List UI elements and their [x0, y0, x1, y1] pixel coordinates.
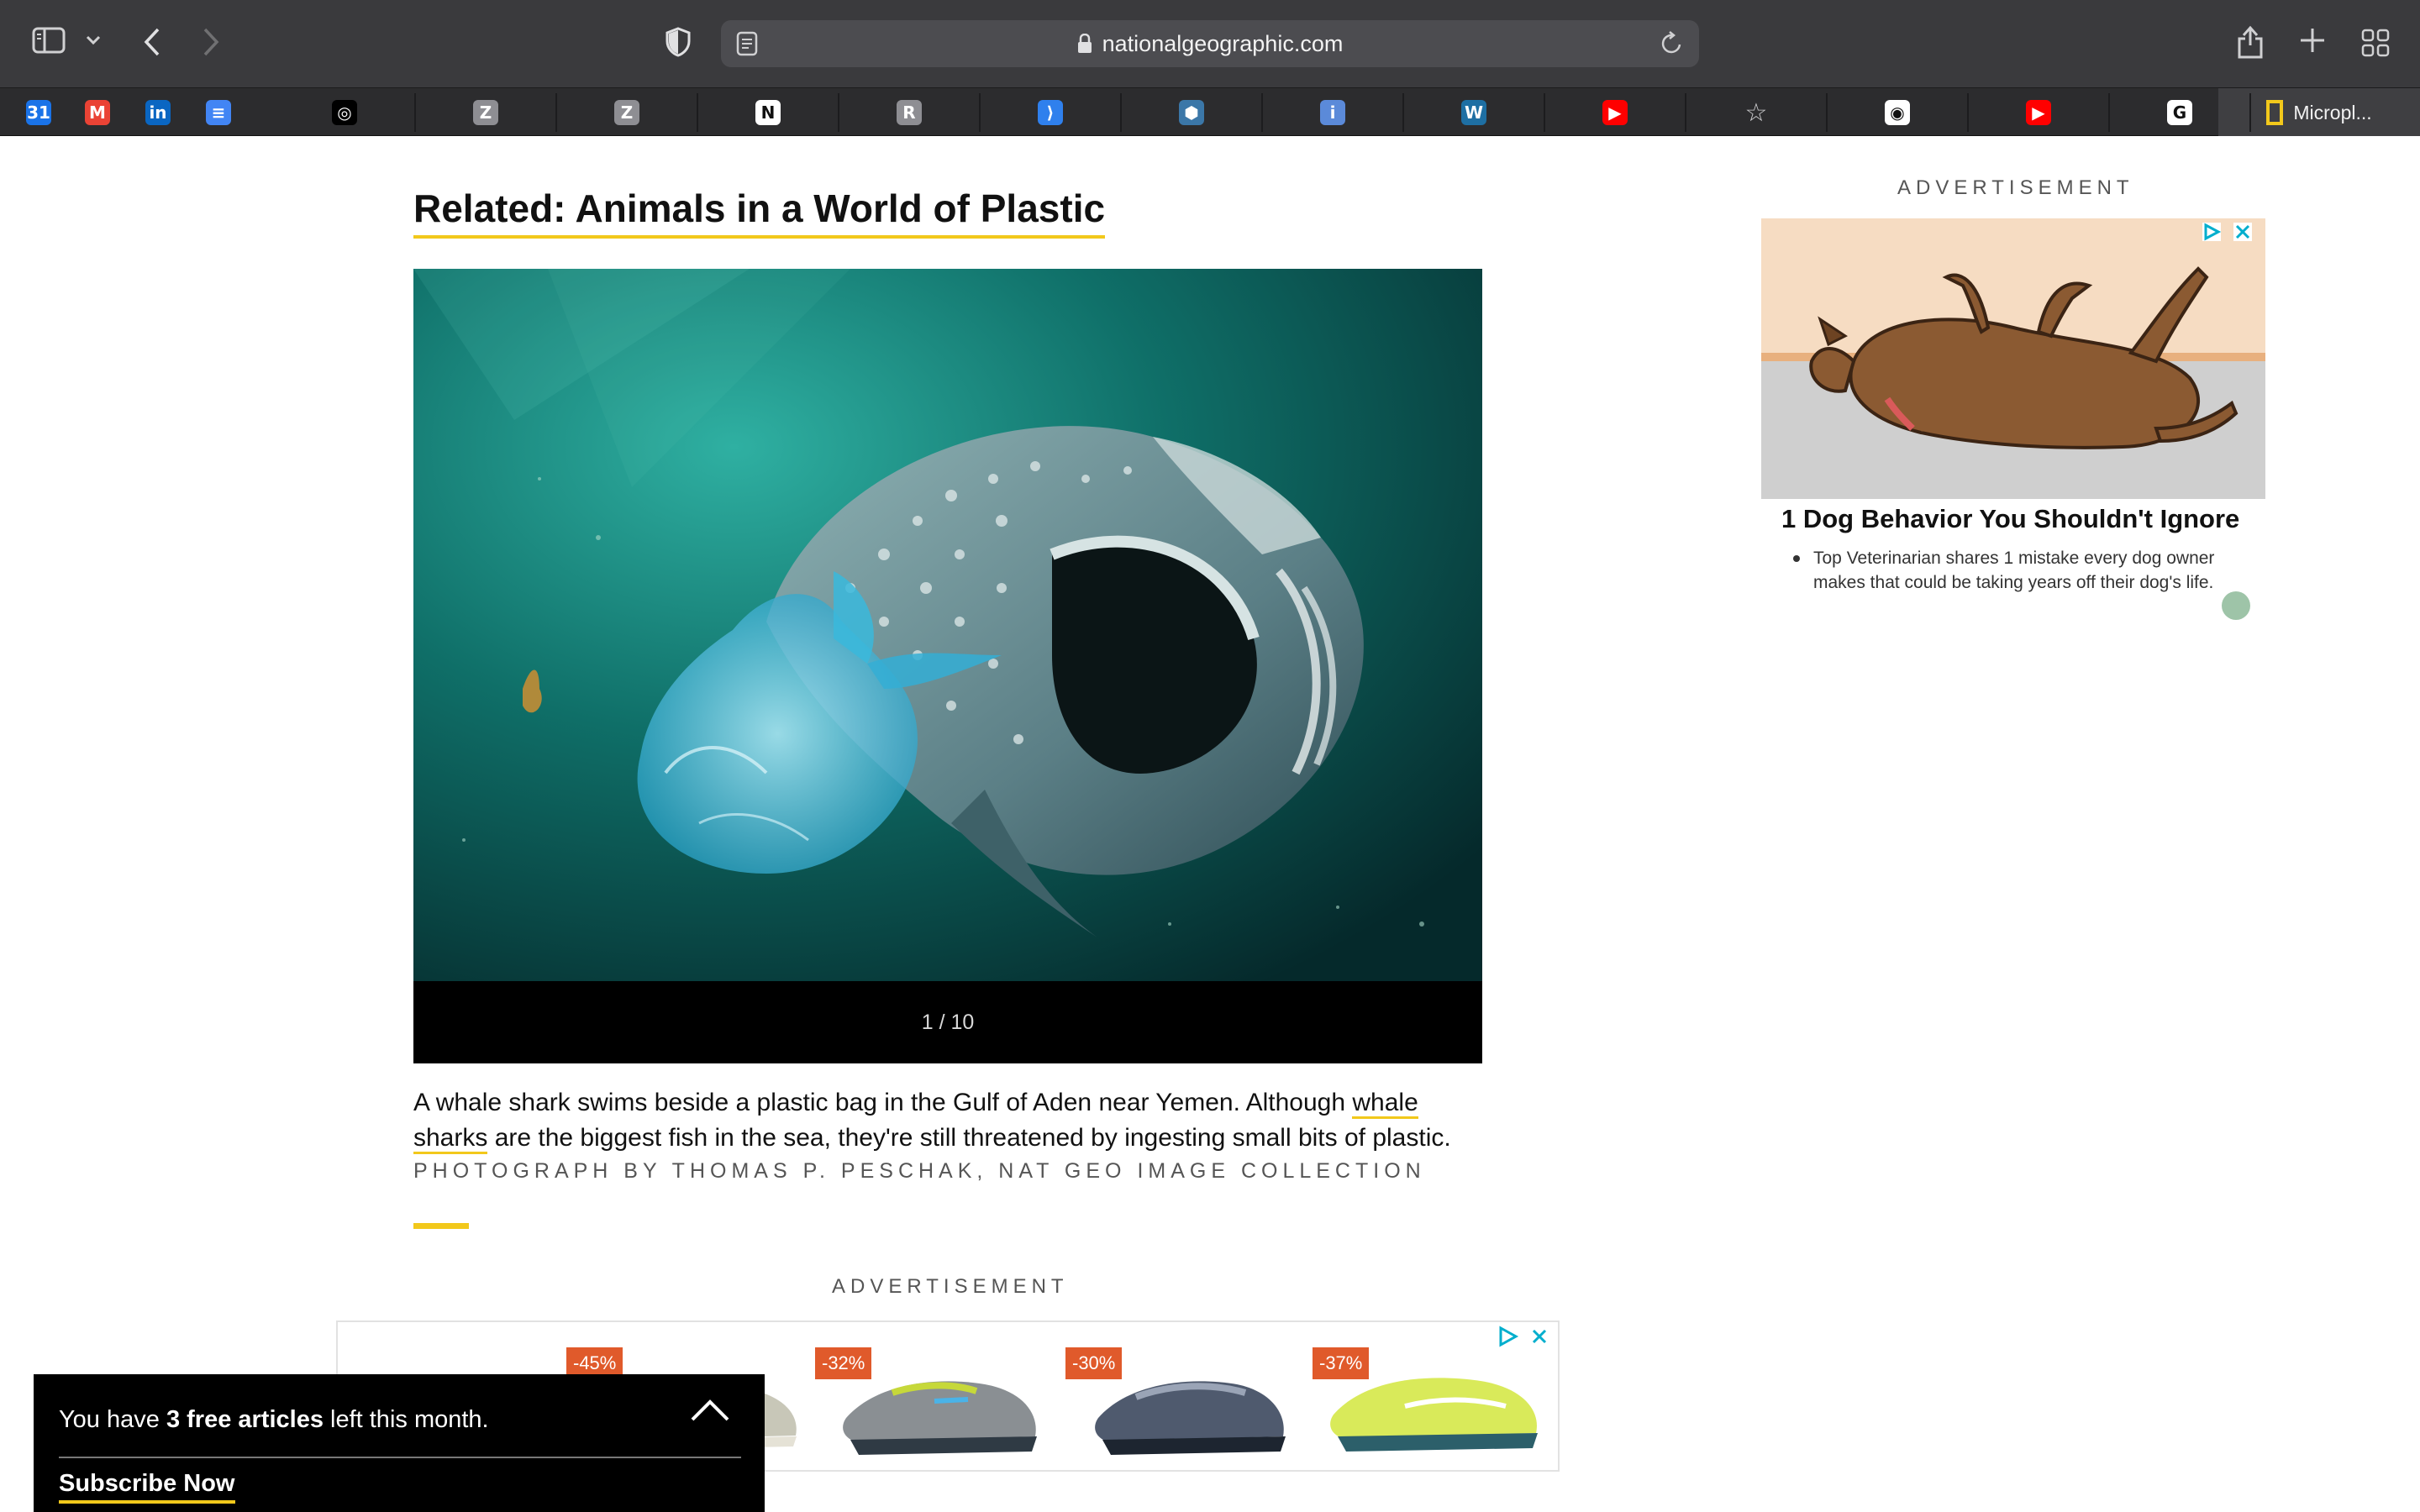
- dog-ad[interactable]: 1 Dog Behavior You Shouldn't Ignore Top …: [1761, 218, 2265, 638]
- shoe-image[interactable]: [834, 1359, 1052, 1460]
- reload-icon[interactable]: [1660, 30, 1684, 61]
- photo-caption: A whale shark swims beside a plastic bag…: [413, 1085, 1497, 1156]
- paywall-prefix: You have: [59, 1406, 166, 1433]
- gallery-counter: 1 / 10: [413, 981, 1482, 1063]
- favorite-youtube-2[interactable]: ▶: [1968, 88, 2109, 137]
- tab-overview-icon[interactable]: [2361, 29, 2390, 57]
- favorite-google-calendar[interactable]: 31: [15, 88, 62, 137]
- ad-title[interactable]: 1 Dog Behavior You Shouldn't Ignore: [1781, 504, 2239, 534]
- python-icon: ⬢: [1179, 100, 1204, 125]
- favorite-linkedin[interactable]: in: [134, 88, 182, 137]
- paywall-divider: [59, 1457, 741, 1458]
- google-docs-icon: ≡: [206, 100, 231, 125]
- new-tab-icon[interactable]: [2299, 27, 2326, 54]
- natgeo-logo-icon: [2266, 100, 2284, 125]
- tab-icon-icon: ◎: [332, 100, 357, 125]
- photo-credit: PHOTOGRAPH BY THOMAS P. PESCHAK, NAT GEO…: [413, 1159, 1426, 1183]
- favorite-wordpress[interactable]: W: [1403, 88, 1544, 137]
- info-site-icon: i: [1320, 100, 1345, 125]
- active-tab-label: Micropl...: [2293, 101, 2372, 123]
- lock-icon: [1077, 34, 1092, 54]
- favorite-tab-r[interactable]: R: [839, 88, 980, 137]
- section-divider: [413, 1223, 469, 1229]
- page-content: Related: Animals in a World of Plastic 1…: [0, 136, 2420, 1512]
- ad-choices[interactable]: [1497, 1326, 1548, 1347]
- shoe-image[interactable]: [1086, 1359, 1296, 1460]
- paywall-banner: You have 3 free articles left this month…: [34, 1374, 765, 1512]
- advertisement-label-bottom: ADVERTISEMENT: [832, 1275, 1069, 1298]
- favorites-bar: Micropl... 31 Min ≡ ◎ Z Z N R ⟩ ⬢ i W ▶ ☆ ◉ ▶ G: [0, 87, 2420, 137]
- google-calendar-icon: 31: [26, 100, 51, 125]
- close-icon[interactable]: [1531, 1328, 1548, 1345]
- paywall-suffix: left this month.: [323, 1406, 489, 1433]
- address-bar[interactable]: nationalgeographic.com: [721, 20, 1699, 67]
- back-icon[interactable]: [143, 27, 161, 57]
- url-text: nationalgeographic.com: [1102, 30, 1344, 56]
- subscribe-now-link[interactable]: Subscribe Now: [59, 1467, 235, 1504]
- advertiser-avatar: [2222, 591, 2250, 620]
- favorite-gmail[interactable]: M: [74, 88, 121, 137]
- gmail-icon: M: [85, 100, 110, 125]
- share-icon[interactable]: [2237, 24, 2264, 59]
- favorite-github[interactable]: ◉: [1827, 88, 1968, 137]
- favorite-tab-icon[interactable]: ◎: [274, 88, 415, 137]
- favorite-python[interactable]: ⬢: [1121, 88, 1262, 137]
- favorite-google-docs[interactable]: ≡: [195, 88, 242, 137]
- related-gallery-title[interactable]: Related: Animals in a World of Plastic: [413, 183, 1106, 239]
- forward-icon[interactable]: [202, 27, 220, 57]
- caption-text-1: A whale shark swims beside a plastic bag…: [413, 1089, 1353, 1116]
- google-icon: G: [2167, 100, 2192, 125]
- favorite-vscode[interactable]: ⟩: [980, 88, 1121, 137]
- adchoices-icon[interactable]: [1497, 1326, 1519, 1347]
- favorite-info-site[interactable]: i: [1262, 88, 1403, 137]
- browser-toolbar: nationalgeographic.com: [0, 0, 2420, 87]
- favorite-notion[interactable]: N: [697, 88, 839, 137]
- close-icon[interactable]: [2233, 223, 2252, 241]
- youtube-2-icon: ▶: [2026, 100, 2051, 125]
- notion-icon: N: [755, 100, 781, 125]
- shoe-image[interactable]: [1321, 1356, 1548, 1457]
- tab-z-2-icon: Z: [614, 100, 639, 125]
- youtube-1-icon: ▶: [1602, 100, 1628, 125]
- favorite-tab-z-2[interactable]: Z: [556, 88, 697, 137]
- ad-choices-side[interactable]: [2202, 222, 2252, 242]
- tab-r-icon: R: [897, 100, 922, 125]
- favorite-bookmark-star[interactable]: ☆: [1686, 88, 1827, 137]
- linkedin-icon: in: [145, 100, 171, 125]
- tab-z-1-icon: Z: [473, 100, 498, 125]
- privacy-shield-icon[interactable]: [666, 27, 691, 57]
- free-article-count: 3 free articles: [166, 1406, 324, 1433]
- github-icon: ◉: [1885, 100, 1910, 125]
- ad-image[interactable]: [1761, 218, 2265, 499]
- chevron-down-icon[interactable]: [86, 35, 101, 45]
- favorite-separator: [2249, 93, 2251, 132]
- free-articles-message: You have 3 free articles left this month…: [59, 1406, 489, 1434]
- reader-mode-icon[interactable]: [736, 31, 758, 62]
- favorite-google[interactable]: G: [2109, 88, 2250, 137]
- adchoices-icon[interactable]: [2202, 222, 2222, 242]
- wordpress-icon: W: [1461, 100, 1486, 125]
- sidebar-toggle-icon[interactable]: [32, 27, 66, 54]
- favorite-youtube-1[interactable]: ▶: [1544, 88, 1686, 137]
- ad-body-text: Top Veterinarian shares 1 mistake every …: [1793, 546, 2217, 595]
- advertisement-label-side: ADVERTISEMENT: [1897, 176, 2134, 199]
- chevron-up-icon[interactable]: [689, 1398, 731, 1427]
- bookmark-star-icon: ☆: [1744, 97, 1768, 128]
- vscode-icon: ⟩: [1038, 100, 1063, 125]
- caption-text-2: are the biggest fish in the sea, they're…: [487, 1124, 1451, 1152]
- gallery-photo[interactable]: [413, 269, 1482, 981]
- favorite-tab-z-1[interactable]: Z: [415, 88, 556, 137]
